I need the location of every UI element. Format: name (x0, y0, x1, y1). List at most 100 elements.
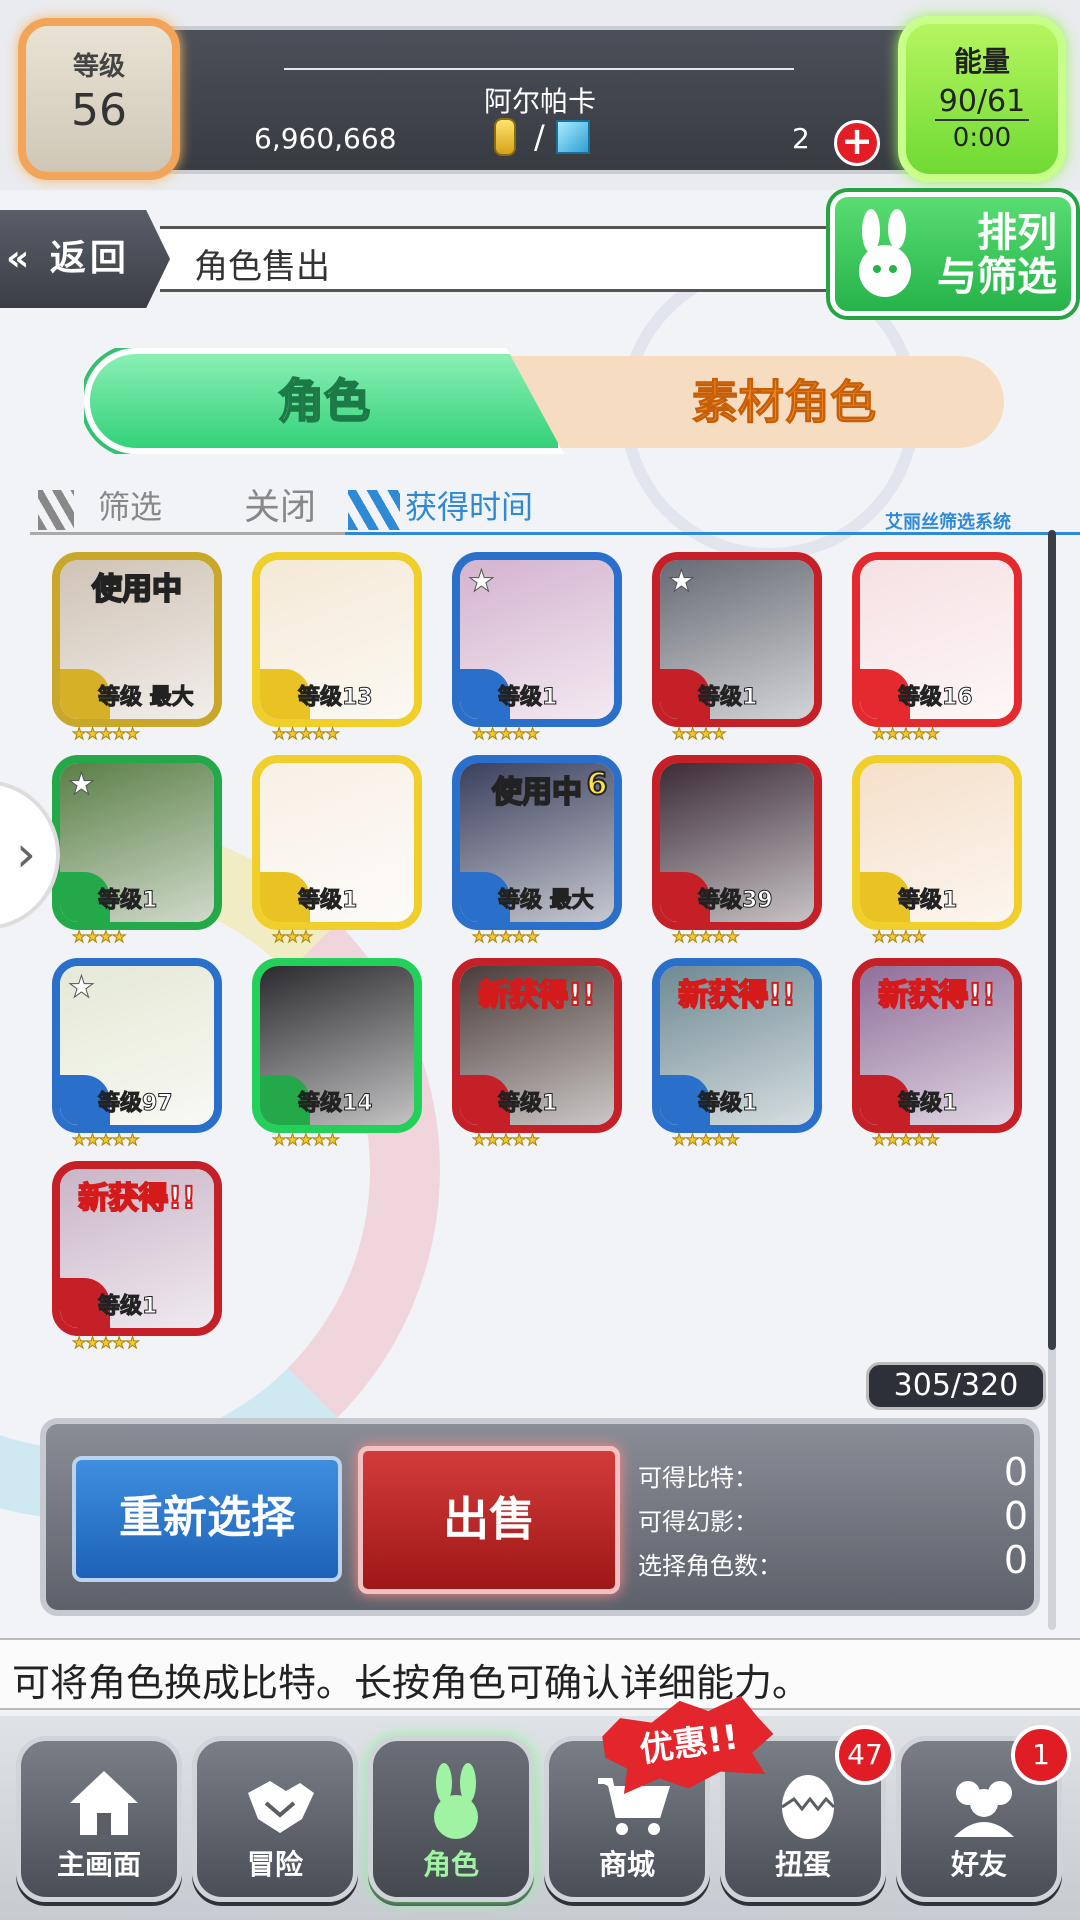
divider (284, 68, 794, 70)
nav-characters[interactable]: 角色 (368, 1736, 534, 1902)
character-card[interactable]: ★ 等级1 (652, 552, 822, 727)
energy-badge[interactable]: 能量 90/61 0:00 (898, 16, 1066, 182)
nav-label: 主画面 (56, 1848, 141, 1881)
stripe-decoration (38, 490, 74, 530)
card-level: 等级1 (697, 685, 758, 711)
character-card[interactable]: ★ 等级97 (52, 958, 222, 1133)
hint-bar: 可将角色换成比特。长按角色可确认详细能力。 (0, 1638, 1080, 1710)
nav-label: 角色 (422, 1848, 479, 1881)
rarity-stars: ★★★★ (671, 724, 726, 744)
hint-text: 可将角色换成比特。长按角色可确认详细能力。 (12, 1661, 811, 1705)
sort-filter-button[interactable]: 排列 与筛选 (830, 192, 1076, 316)
character-card[interactable]: 新获得!! 等级1 (52, 1161, 222, 1336)
rarity-stars: ★★★★★ (72, 1130, 141, 1150)
rarity-stars: ★★★★★ (272, 724, 341, 744)
sort-order[interactable]: 获得时间 (405, 482, 533, 528)
card-level: 等级 最大 (98, 685, 195, 711)
rarity-stars: ★★★★★ (672, 927, 741, 947)
separator: / (534, 118, 545, 156)
card-level: 等级1 (97, 888, 158, 914)
filter-state[interactable]: 关闭 (244, 478, 316, 530)
gacha-badge: 47 (835, 1725, 895, 1785)
phantom-value: 0 (1003, 1494, 1028, 1538)
back-button[interactable]: « 返回 (0, 210, 170, 308)
card-level: 等级14 (298, 1091, 374, 1117)
favorite-star-icon: ★ (468, 564, 496, 600)
coin-icon (494, 118, 516, 156)
bunny-icon (859, 209, 911, 297)
card-level: 等级39 (698, 888, 774, 914)
nav-label: 商城 (598, 1848, 655, 1881)
nav-label: 冒险 (246, 1848, 303, 1881)
card-status-tag: 新获得!! (877, 977, 996, 1014)
phantom-label: 可得幻影： (638, 1508, 758, 1536)
sell-button[interactable]: 出售 (358, 1446, 620, 1594)
card-level: 等级1 (897, 888, 958, 914)
character-card[interactable]: ★ 等级1 (52, 755, 222, 930)
character-card[interactable]: ★ 等级1 (452, 552, 622, 727)
character-card[interactable]: 等级1 (852, 755, 1022, 930)
card-status-tag: 使用中 (91, 571, 183, 608)
character-card[interactable]: 等级13 (252, 552, 422, 727)
bits-value: 0 (1003, 1450, 1028, 1494)
rarity-stars: ★★★★★ (872, 1130, 941, 1150)
favorite-star-icon: ★ (68, 970, 96, 1006)
character-card[interactable]: 新获得!! 等级1 (852, 958, 1022, 1133)
character-card[interactable]: 新获得!! 等级1 (452, 958, 622, 1133)
page-title-bar: 角色售出 (160, 226, 850, 292)
character-card[interactable]: 使用中 6 等级 最大 (452, 755, 622, 930)
player-name: 阿尔帕卡 (483, 85, 596, 118)
nav-friends[interactable]: 好友 1 (896, 1725, 1071, 1902)
character-card[interactable]: 等级39 (652, 755, 822, 930)
energy-timer: 0:00 (952, 123, 1012, 153)
card-level: 等级1 (697, 1091, 758, 1117)
card-status-tag: 新获得!! (677, 977, 796, 1014)
friends-icon (954, 1781, 1014, 1837)
tab-characters[interactable]: 角色 (84, 348, 564, 454)
currency-amount: 6,960,668 (254, 122, 397, 155)
nav-label: 扭蛋 (774, 1848, 831, 1881)
rarity-stars: ★★★★★ (72, 1333, 141, 1353)
tab-material-characters[interactable]: 素材角色 (504, 356, 1004, 448)
home-icon (70, 1771, 138, 1835)
scrollbar-thumb[interactable] (1048, 530, 1056, 1350)
card-level: 等级 最大 (498, 888, 595, 914)
rarity-stars: ★★★★★ (872, 724, 941, 744)
card-extra-tag: 6 (586, 766, 609, 803)
nav-home[interactable]: 主画面 (16, 1736, 182, 1902)
character-card[interactable]: 使用中等级 最大 (52, 552, 222, 727)
player-info-bar: 阿尔帕卡 6,960,668 / 2 + (160, 26, 920, 174)
rarity-stars: ★★★★ (871, 927, 926, 947)
card-level: 等级1 (897, 1091, 958, 1117)
friends-badge: 1 (1011, 1725, 1071, 1785)
reselect-button[interactable]: 重新选择 (72, 1456, 342, 1582)
double-chevron-left-icon: « (6, 238, 34, 279)
selected-count-value: 0 (1003, 1538, 1028, 1582)
character-card[interactable]: 等级14 (252, 958, 422, 1133)
rarity-stars: ★★★★★ (272, 1130, 341, 1150)
nav-label: 好友 (950, 1848, 1007, 1881)
character-card[interactable]: 等级16 (852, 552, 1022, 727)
add-currency-button[interactable]: + (834, 120, 880, 166)
card-level: 等级97 (98, 1091, 174, 1117)
rarity-stars: ★★★★★ (672, 1130, 741, 1150)
rarity-stars: ★★★★★ (472, 724, 541, 744)
character-card[interactable]: 新获得!! 等级1 (652, 958, 822, 1133)
energy-value: 90/61 (934, 84, 1030, 121)
sell-panel: 重新选择 出售 可得比特： 0 可得幻影： 0 选择角色数： 0 (40, 1418, 1040, 1616)
card-level: 等级16 (898, 685, 974, 711)
selected-count-row: 选择角色数： 0 (638, 1538, 1028, 1582)
favorite-star-icon: ★ (68, 767, 96, 803)
character-card[interactable]: 等级1 (252, 755, 422, 930)
nav-adventure[interactable]: 冒险 (192, 1736, 358, 1902)
back-label: 返回 (49, 238, 130, 279)
character-grid: 使用中 等级 最大 ★★★★★ 等级13 ★★★★★ ★ 等级1 ★★★★★ ★ 等级1 ★★★★ 等… (52, 552, 1032, 1353)
filter-label[interactable]: 筛选 (98, 482, 162, 528)
bits-row: 可得比特： 0 (638, 1450, 1028, 1494)
rarity-stars: ★★★ (271, 927, 313, 947)
selected-count-label: 选择角色数： (638, 1552, 782, 1580)
card-level: 等级1 (497, 1091, 558, 1117)
page-title: 角色售出 (194, 247, 330, 287)
level-label: 等级 (72, 52, 125, 82)
bunny-icon (434, 1763, 478, 1839)
